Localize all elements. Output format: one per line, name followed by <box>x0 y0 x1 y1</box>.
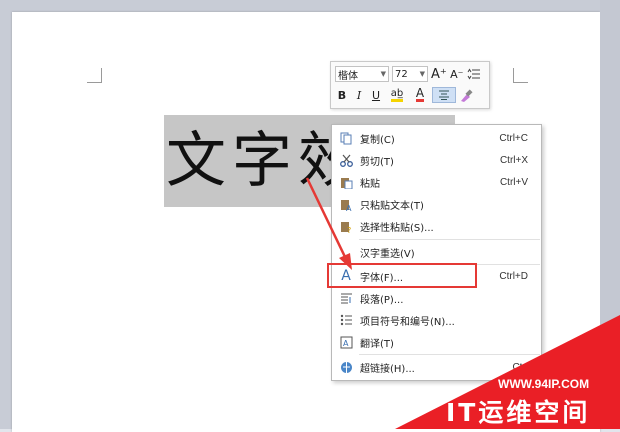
arrow-head-icon <box>339 253 352 270</box>
watermark-brand: IT运维空间 <box>446 398 591 427</box>
watermark-url: WWW.94IP.COM <box>498 377 590 391</box>
